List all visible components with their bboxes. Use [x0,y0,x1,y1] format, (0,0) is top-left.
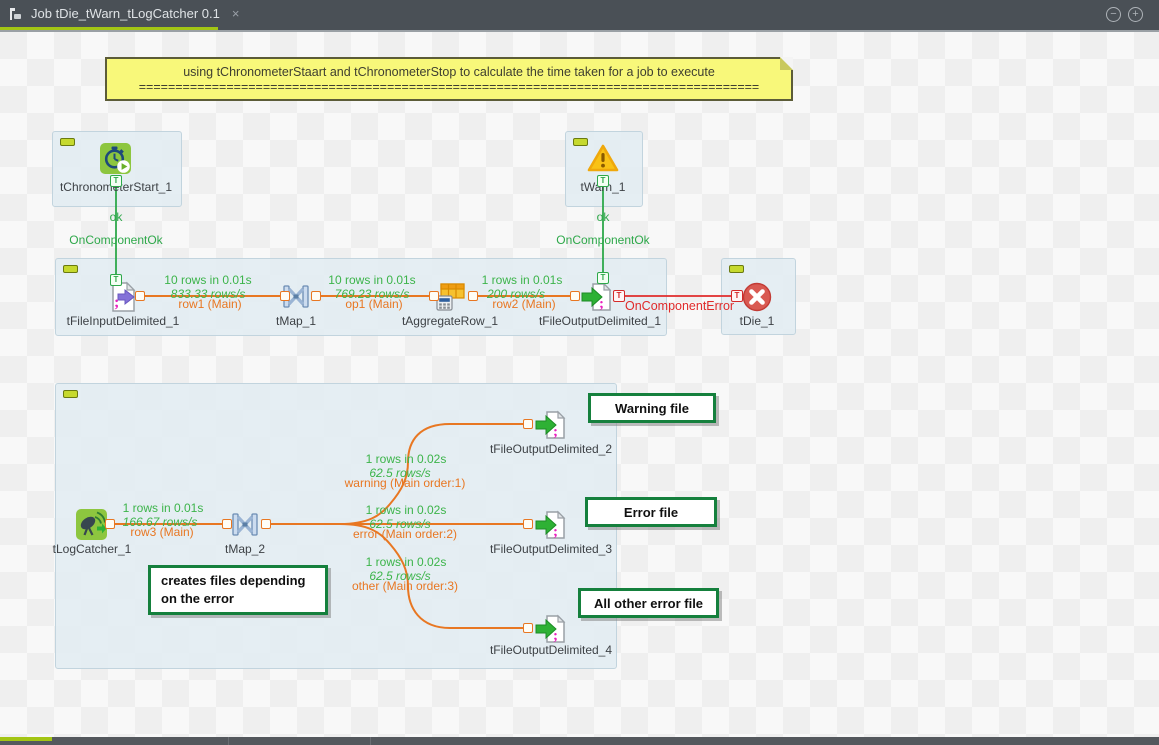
component-tFileOutputDelimited-2[interactable]: ; [534,408,568,442]
callout-all-other-error-file[interactable]: All other error file [578,588,719,618]
bottom-tab-separator [370,737,371,745]
main-connector-badge[interactable] [222,519,232,529]
row-stat: 1 rows in 0.02s [366,452,447,466]
component-label: tFileOutputDelimited_1 [539,314,661,328]
component-tFileOutputDelimited-3[interactable]: ; [534,508,568,542]
error-trigger-badge[interactable]: T [613,290,625,302]
note-line1: using tChronometerStaart and tChronomete… [107,65,791,80]
row-name[interactable]: warning (Main order:1) [345,476,466,490]
row-stat: 1 rows in 0.01s [123,501,204,515]
main-connector-badge[interactable] [105,519,115,529]
main-connector-badge[interactable] [429,291,439,301]
trigger-connector-badge[interactable]: T [597,175,609,187]
component-label: tMap_1 [276,314,316,328]
file-output-delimited-icon: ; [534,508,568,542]
row-stat: 1 rows in 0.02s [366,503,447,517]
bottom-tab-separator [228,737,229,745]
collapse-dash-icon[interactable] [63,390,78,398]
trigger-connector-badge[interactable]: T [110,175,122,187]
component-tDie[interactable] [740,280,774,314]
component-tWarn[interactable] [586,142,620,176]
link-label-oncomponentok[interactable]: OnComponentOk [556,233,649,247]
callout-creates-files[interactable]: creates files depending on the error [148,565,328,615]
component-label: tAggregateRow_1 [402,314,498,328]
component-label: tFileOutputDelimited_2 [490,442,612,456]
component-tLogCatcher[interactable] [75,508,109,542]
editor-tab-bar: Job tDie_tWarn_tLogCatcher 0.1 × − + [0,0,1159,30]
row-name[interactable]: op1 (Main) [345,297,402,311]
row-stat: 1 rows in 0.01s [482,273,563,287]
link-label-oncomponentok[interactable]: OnComponentOk [69,233,162,247]
row-name[interactable]: error (Main order:2) [353,527,457,541]
file-output-delimited-icon: ; [534,408,568,442]
trigger-connector-badge[interactable]: T [597,272,609,284]
link-status: ok [110,210,123,224]
row-stat: 1 rows in 0.02s [366,555,447,569]
component-tChronometerStart[interactable] [99,142,133,176]
design-canvas[interactable]: using tChronometerStaart and tChronomete… [0,32,1159,737]
job-icon [8,6,24,22]
callout-warning-file[interactable]: Warning file [588,393,716,423]
job-note[interactable]: using tChronometerStaart and tChronomete… [105,57,793,101]
row-name[interactable]: row1 (Main) [178,297,241,311]
tmap-icon [228,508,262,542]
bottom-tab-strip[interactable] [0,737,1159,745]
component-label: tLogCatcher_1 [53,542,132,556]
bottom-active-tab-underline [0,737,52,741]
main-connector-badge[interactable] [468,291,478,301]
die-error-icon [740,280,774,314]
minimize-view-icon[interactable]: − [1106,7,1121,22]
callout-error-file[interactable]: Error file [585,497,717,527]
main-connector-badge[interactable] [280,291,290,301]
collapse-dash-icon[interactable] [63,265,78,273]
component-tMap-2[interactable] [228,508,262,542]
main-connector-badge[interactable] [523,419,533,429]
close-icon[interactable]: × [232,6,240,21]
row-name[interactable]: other (Main order:3) [352,579,458,593]
component-label: tMap_2 [225,542,265,556]
component-label: tFileOutputDelimited_3 [490,542,612,556]
component-label: tFileInputDelimited_1 [67,314,180,328]
main-connector-badge[interactable] [311,291,321,301]
main-connector-badge[interactable] [523,623,533,633]
component-tFileOutputDelimited-1[interactable]: ; [580,280,614,314]
talend-designer-window: Job tDie_tWarn_tLogCatcher 0.1 × − + usi… [0,0,1159,745]
warning-triangle-icon [586,142,620,176]
file-output-delimited-icon: ; [534,612,568,646]
main-connector-badge[interactable] [523,519,533,529]
main-connector-badge[interactable] [135,291,145,301]
tab-title: Job tDie_tWarn_tLogCatcher 0.1 [31,6,220,21]
row-name[interactable]: row2 (Main) [492,297,555,311]
chronometer-start-icon [99,142,133,176]
note-line2: ========================================… [107,80,791,95]
row-name[interactable]: row3 (Main) [130,525,193,539]
collapse-dash-icon[interactable] [729,265,744,273]
row-stat: 10 rows in 0.01s [164,273,251,287]
file-output-delimited-icon: ; [580,280,614,314]
tab-job[interactable]: Job tDie_tWarn_tLogCatcher 0.1 × [0,0,249,27]
link-status: ok [597,210,610,224]
row-stat: 10 rows in 0.01s [328,273,415,287]
main-connector-badge[interactable] [261,519,271,529]
main-connector-badge[interactable] [570,291,580,301]
logcatcher-icon [75,508,109,542]
component-label: tDie_1 [740,314,775,328]
note-fold-corner [780,57,793,70]
maximize-view-icon[interactable]: + [1128,7,1143,22]
collapse-dash-icon[interactable] [60,138,75,146]
trigger-connector-badge[interactable]: T [110,274,122,286]
component-tFileOutputDelimited-4[interactable]: ; [534,612,568,646]
link-label-oncomponenterror[interactable]: OnComponentError [625,299,734,313]
component-label: tFileOutputDelimited_4 [490,643,612,657]
